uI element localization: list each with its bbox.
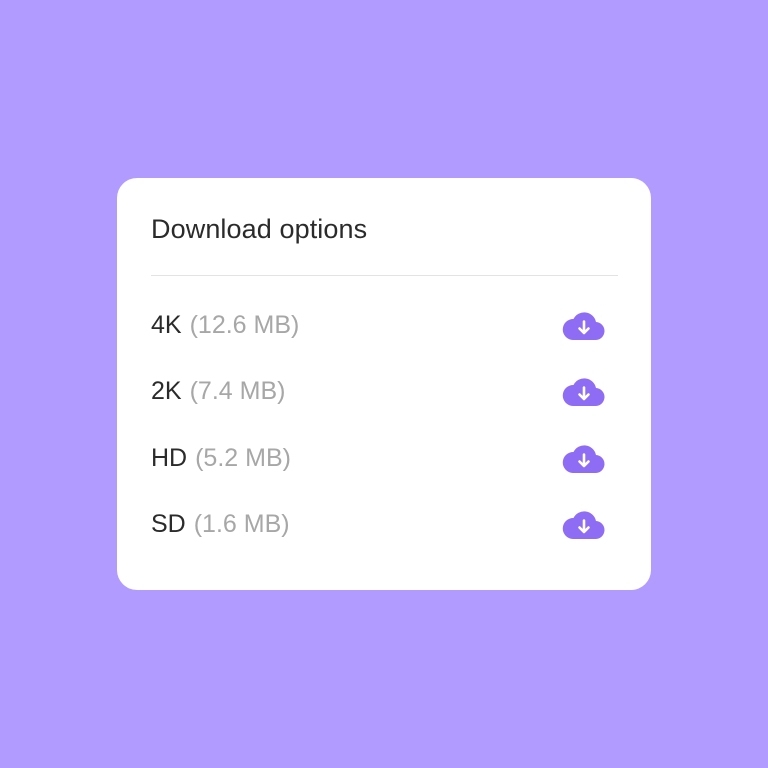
option-label: SD (1.6 MB) xyxy=(151,510,290,539)
option-resolution: 4K xyxy=(151,310,182,339)
download-option-2k[interactable]: 2K (7.4 MB) xyxy=(151,371,617,411)
download-option-4k[interactable]: 4K (12.6 MB) xyxy=(151,305,617,345)
option-label: HD (5.2 MB) xyxy=(151,444,291,473)
option-file-size: (7.4 MB) xyxy=(189,376,286,405)
download-button[interactable] xyxy=(561,506,607,542)
download-button[interactable] xyxy=(561,373,607,409)
panel-title: Download options xyxy=(151,214,368,244)
download-option-hd[interactable]: HD (5.2 MB) xyxy=(151,438,617,478)
cloud-download-icon xyxy=(562,511,605,540)
option-label: 4K (12.6 MB) xyxy=(151,311,299,340)
download-button[interactable] xyxy=(561,440,607,476)
option-file-size: (1.6 MB) xyxy=(193,509,290,538)
option-resolution: HD xyxy=(151,443,188,472)
download-button[interactable] xyxy=(561,307,607,343)
cloud-download-icon xyxy=(562,378,605,407)
cloud-download-icon xyxy=(562,445,605,474)
option-file-size: (12.6 MB) xyxy=(189,310,300,339)
download-options-card: Download options 4K (12.6 MB) 2K (7.4 MB) … xyxy=(117,178,651,590)
option-resolution: SD xyxy=(151,509,186,538)
option-file-size: (5.2 MB) xyxy=(195,443,291,472)
cloud-download-icon xyxy=(562,312,605,341)
download-option-sd[interactable]: SD (1.6 MB) xyxy=(151,504,617,544)
option-label: 2K (7.4 MB) xyxy=(151,377,285,406)
option-resolution: 2K xyxy=(151,376,182,405)
divider xyxy=(151,275,618,276)
